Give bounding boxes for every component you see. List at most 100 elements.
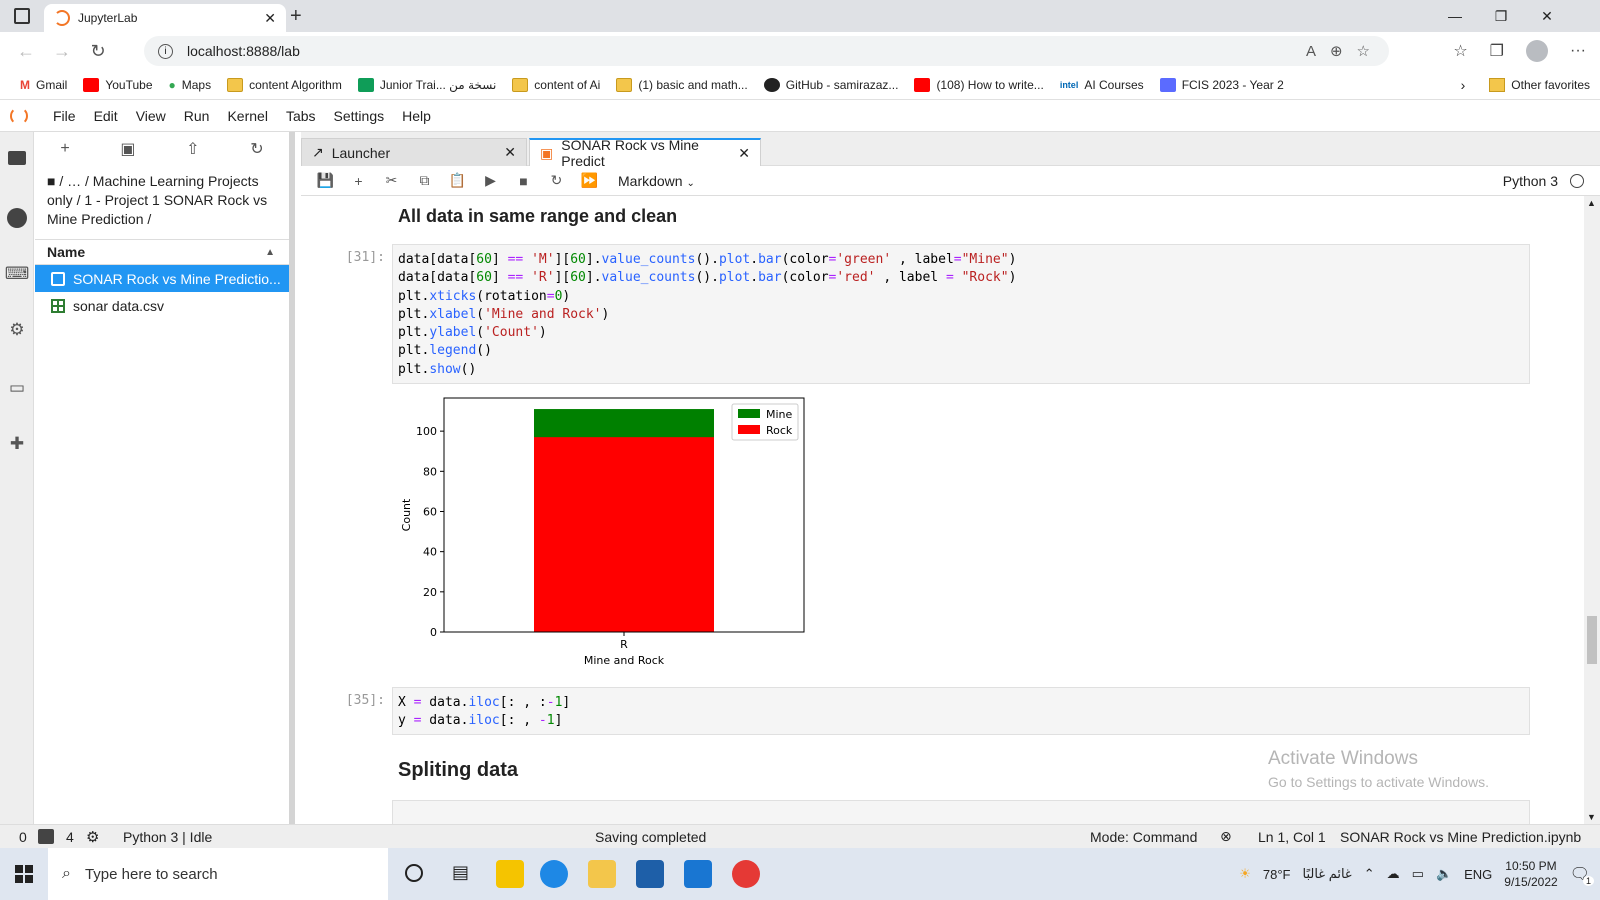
- restart-icon[interactable]: ↻: [540, 167, 573, 195]
- bookmark-basic-math[interactable]: (1) basic and math...: [608, 77, 755, 92]
- new-folder-icon[interactable]: ▣: [120, 139, 135, 159]
- terminal-icon[interactable]: [38, 829, 54, 844]
- task-view-icon[interactable]: ▤: [452, 862, 469, 883]
- chrome-app-icon[interactable]: [732, 860, 760, 888]
- taskbar-search[interactable]: ⌕ Type here to search: [48, 848, 388, 900]
- upload-icon[interactable]: ⇧: [186, 139, 199, 159]
- profile-avatar[interactable]: [1526, 40, 1549, 62]
- bookmark-junior[interactable]: Junior Trai... نسخة من: [350, 77, 504, 92]
- edge-app-icon[interactable]: [540, 860, 568, 888]
- insert-cell-icon[interactable]: +: [342, 167, 375, 195]
- other-favorites[interactable]: › Other favorites: [1461, 70, 1590, 100]
- extensions-icon[interactable]: ✚: [7, 434, 27, 454]
- menu-help[interactable]: Help: [393, 108, 440, 124]
- mail-app-icon[interactable]: [684, 860, 712, 888]
- bookmark-ai-courses[interactable]: intel AI Courses: [1052, 78, 1152, 92]
- network-icon[interactable]: ▭: [1412, 866, 1424, 882]
- copy-icon[interactable]: ⧉: [408, 167, 441, 195]
- back-button[interactable]: ←: [8, 35, 44, 67]
- kernel-indicator[interactable]: Python 3: [1503, 166, 1584, 196]
- url-text[interactable]: localhost:8888/lab: [187, 43, 300, 59]
- info-icon[interactable]: i: [158, 43, 173, 59]
- player-app-icon[interactable]: [496, 860, 524, 888]
- bookmark-github[interactable]: GitHub - samirazaz...: [756, 77, 907, 92]
- sort-caret-up-icon[interactable]: ▲: [265, 247, 275, 258]
- more-icon[interactable]: ···: [1570, 42, 1586, 60]
- bookmark-how-to-write[interactable]: (108) How to write...: [906, 77, 1051, 92]
- cell-type-select[interactable]: Markdown ⌄: [618, 173, 695, 189]
- weather-icon[interactable]: ☀: [1239, 866, 1251, 882]
- scroll-down-icon[interactable]: ▼: [1587, 812, 1596, 822]
- cortana-icon[interactable]: [405, 864, 423, 882]
- menu-file[interactable]: File: [44, 108, 85, 124]
- folder-icon[interactable]: ■: [47, 173, 55, 189]
- kernel-status[interactable]: Python 3 | Idle: [123, 829, 212, 845]
- restore-button[interactable]: ❐: [1478, 0, 1524, 32]
- language[interactable]: ENG: [1464, 867, 1492, 882]
- code-cell-31[interactable]: data[data[60] == 'M'][60].value_counts()…: [392, 244, 1530, 384]
- folder-icon[interactable]: [7, 148, 27, 168]
- forward-button[interactable]: →: [44, 35, 80, 67]
- clock[interactable]: 10:50 PM 9/15/2022: [1504, 858, 1557, 890]
- close-icon[interactable]: ✕: [504, 144, 516, 161]
- trusted-icon[interactable]: ⊗: [1220, 828, 1232, 845]
- new-launcher-icon[interactable]: +: [60, 140, 69, 158]
- weather-text[interactable]: غائم غالبًا: [1302, 866, 1351, 882]
- file-list-header[interactable]: Name ▲: [35, 239, 289, 265]
- tab-launcher[interactable]: ↗ Launcher ✕: [301, 138, 527, 166]
- notebook-scrollbar[interactable]: ▲ ▼: [1584, 196, 1600, 824]
- status-count[interactable]: 4: [66, 829, 74, 845]
- refresh-button[interactable]: ↻: [80, 35, 116, 67]
- menu-edit[interactable]: Edit: [85, 108, 127, 124]
- bookmark-fcis[interactable]: FCIS 2023 - Year 2: [1152, 77, 1292, 92]
- kernel-gear-icon[interactable]: ⚙: [86, 828, 99, 846]
- bookmark-maps[interactable]: ● Maps: [161, 78, 220, 92]
- tab-actions-icon[interactable]: [14, 8, 30, 24]
- stop-icon[interactable]: ■: [507, 167, 540, 195]
- bookmark-youtube[interactable]: YouTube: [75, 77, 160, 92]
- cut-icon[interactable]: ✂: [375, 167, 408, 195]
- favorites-icon[interactable]: ☆: [1453, 41, 1467, 61]
- fast-forward-icon[interactable]: ⏩: [573, 167, 606, 195]
- menu-settings[interactable]: Settings: [325, 108, 394, 124]
- add-favorite-icon[interactable]: ☆: [1357, 42, 1370, 60]
- status-count[interactable]: 0: [19, 829, 27, 845]
- tabs-icon[interactable]: ▭: [7, 378, 27, 398]
- menu-tabs[interactable]: Tabs: [277, 108, 325, 124]
- file-item-notebook[interactable]: SONAR Rock vs Mine Predictio...: [35, 265, 289, 292]
- chevron-up-icon[interactable]: ⌃: [1364, 866, 1375, 882]
- scrollbar-thumb[interactable]: [1587, 616, 1597, 664]
- url-bar[interactable]: i localhost:8888/lab: [144, 36, 1389, 66]
- notification-icon[interactable]: 🗨 1: [1570, 864, 1594, 886]
- run-icon[interactable]: ▶: [474, 167, 507, 195]
- windows-start-icon[interactable]: [15, 865, 33, 883]
- bookmark-content-ai[interactable]: content of Ai: [504, 77, 608, 92]
- temperature[interactable]: 78°F: [1263, 867, 1291, 882]
- paste-icon[interactable]: 📋: [441, 167, 474, 195]
- file-item-csv[interactable]: sonar data.csv: [35, 292, 289, 319]
- code-cell-35[interactable]: X = data.iloc[: , :-1] y = data.iloc[: , …: [392, 687, 1530, 735]
- bookmark-content-algorithm[interactable]: content Algorithm: [219, 77, 350, 92]
- running-icon[interactable]: [7, 208, 27, 228]
- scroll-up-icon[interactable]: ▲: [1587, 198, 1596, 208]
- store-app-icon[interactable]: [636, 860, 664, 888]
- read-aloud-icon[interactable]: A: [1306, 43, 1316, 60]
- bookmark-gmail[interactable]: M Gmail: [12, 78, 75, 92]
- close-icon[interactable]: ✕: [738, 145, 750, 162]
- close-window-button[interactable]: ✕: [1524, 0, 1570, 32]
- zoom-icon[interactable]: ⊕: [1330, 42, 1343, 60]
- menu-kernel[interactable]: Kernel: [218, 108, 276, 124]
- menu-run[interactable]: Run: [175, 108, 219, 124]
- volume-icon[interactable]: 🔈: [1436, 866, 1452, 882]
- chevron-right-icon[interactable]: ›: [1461, 77, 1466, 93]
- mode-status[interactable]: Mode: Command: [1090, 829, 1197, 845]
- property-inspector-icon[interactable]: ⚙: [7, 320, 27, 340]
- file-name[interactable]: SONAR Rock vs Mine Prediction.ipynb: [1340, 829, 1581, 845]
- browser-tab[interactable]: JupyterLab ✕: [44, 4, 286, 32]
- close-tab-icon[interactable]: ✕: [264, 10, 276, 27]
- tab-notebook[interactable]: ▣ SONAR Rock vs Mine Predict ✕: [529, 137, 761, 169]
- collections-icon[interactable]: ❐: [1490, 41, 1504, 61]
- menu-view[interactable]: View: [127, 108, 175, 124]
- file-explorer-icon[interactable]: [588, 860, 616, 888]
- minimize-button[interactable]: —: [1432, 0, 1478, 32]
